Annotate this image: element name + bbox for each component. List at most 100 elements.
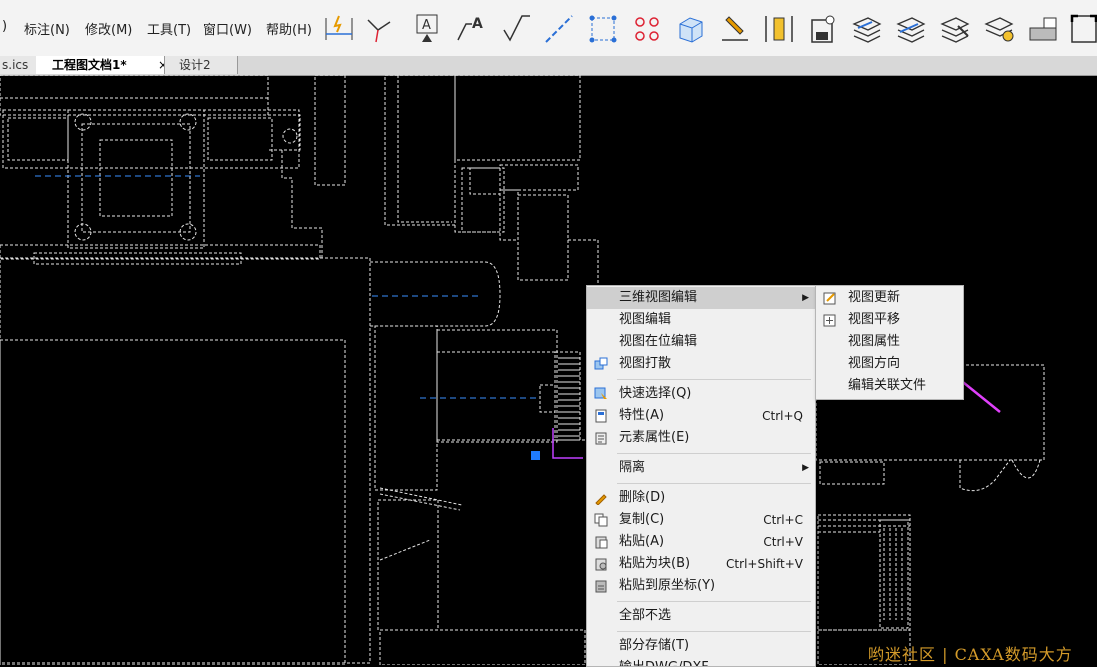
menu-label: 视图更新 (848, 290, 901, 305)
ctx-partial-save[interactable]: 部分存储(T) (587, 635, 815, 657)
menu-modify[interactable]: 修改(M) (85, 19, 132, 38)
menu-tools[interactable]: 工具(T) (147, 19, 191, 38)
menu-label: 部分存储(T) (619, 638, 690, 653)
menu-label: 视图打散 (619, 356, 672, 371)
pencil-line-icon[interactable] (718, 12, 752, 46)
ctx-view-inplace-edit[interactable]: 视图在位编辑 (587, 331, 815, 353)
tab-label: 工程图文档1* (52, 58, 127, 72)
watermark: 哟迷社区 | CAXA数码大方 (868, 645, 1073, 664)
submenu-3d-view-edit: 视图更新 视图平移 视图属性 视图方向 编辑关联文件 (815, 285, 964, 400)
tab-label: 设计2 (179, 58, 211, 72)
paste-origin-icon (595, 580, 607, 593)
submenu-arrow-icon: ▶ (802, 463, 809, 473)
element-props-icon (595, 432, 607, 445)
sub-view-direction[interactable]: 视图方向 (816, 353, 963, 375)
ctx-quick-select[interactable]: 快速选择(Q) (587, 383, 815, 405)
text-label-icon[interactable]: A (410, 12, 444, 46)
ctx-delete[interactable]: 删除(D) (587, 487, 815, 509)
menu-help[interactable]: 帮助(H) (266, 19, 312, 38)
menu-divider (617, 379, 811, 380)
tab-design-2[interactable]: 设计2 (164, 56, 238, 74)
leader-text-icon[interactable]: A (454, 12, 488, 46)
menu-divider (617, 601, 811, 602)
menu-label: 视图编辑 (619, 312, 672, 327)
view-update-icon (823, 292, 836, 305)
layers-pencil-icon[interactable] (938, 12, 972, 46)
menu-label: 删除(D) (619, 490, 666, 505)
menu-label: 隔离 (619, 460, 646, 475)
view-pan-icon (823, 314, 836, 327)
sub-view-properties[interactable]: 视图属性 (816, 331, 963, 353)
centerline-icon[interactable] (542, 12, 576, 46)
menu-label: 视图在位编辑 (619, 334, 698, 349)
ctx-paste-origin[interactable]: 粘贴到原坐标(Y) (587, 575, 815, 597)
ctx-export-dwg[interactable]: 输出DWG/DXF (587, 657, 815, 666)
menu-label: 复制(C) (619, 512, 665, 527)
ctx-view-explode[interactable]: 视图打散 (587, 353, 815, 375)
ctx-deselect-all[interactable]: 全部不选 (587, 605, 815, 627)
svg-text:A: A (422, 18, 431, 33)
ctx-3d-view-edit[interactable]: 三维视图编辑 ▶ (587, 287, 815, 309)
layers-edit-icon[interactable] (894, 12, 928, 46)
tab-drawing-1[interactable]: 工程图文档1* × (36, 56, 176, 74)
shortcut-label: Ctrl+Shift+V (726, 557, 803, 571)
submenu-arrow-icon: ▶ (802, 293, 809, 303)
hatch-area (558, 357, 580, 437)
menu-divider (617, 631, 811, 632)
paste-icon (595, 536, 608, 549)
fullscreen-icon[interactable] (1068, 12, 1097, 46)
menu-label: 元素属性(E) (619, 430, 690, 445)
ctx-paste[interactable]: 粘贴(A) Ctrl+V (587, 531, 815, 553)
menu-label: 粘贴到原坐标(Y) (619, 578, 716, 593)
paste-block-icon (595, 558, 607, 571)
menu-label: 输出DWG/DXF (619, 657, 709, 666)
roughness-icon[interactable] (498, 12, 532, 46)
menu-label: 视图方向 (848, 356, 901, 371)
break-line-icon[interactable] (364, 12, 398, 46)
menu-label: 全部不选 (619, 608, 672, 623)
menu-label: 编辑关联文件 (848, 378, 927, 393)
menu-partial[interactable]: ) (2, 19, 7, 34)
menu-label: 快速选择(Q) (619, 386, 692, 401)
quick-select-icon (594, 387, 607, 399)
sub-edit-linked-file[interactable]: 编辑关联文件 (816, 375, 963, 397)
delete-icon (595, 494, 607, 505)
menu-label: 粘贴(A) (619, 534, 665, 549)
copy-icon (594, 513, 608, 527)
ctx-view-edit[interactable]: 视图编辑 (587, 309, 815, 331)
menu-divider (617, 453, 811, 454)
document-tab-bar: s.ics 工程图文档1* × 设计2 (0, 56, 1097, 76)
tab-ics[interactable]: s.ics (0, 56, 36, 74)
menu-annotate[interactable]: 标注(N) (24, 19, 70, 38)
array-points-icon[interactable] (630, 12, 664, 46)
ctx-properties[interactable]: 特性(A) Ctrl+Q (587, 405, 815, 427)
ruler-icon[interactable] (762, 12, 796, 46)
save-disk-icon[interactable] (806, 12, 840, 46)
explode-icon (594, 357, 608, 370)
shortcut-label: Ctrl+C (763, 513, 803, 527)
ctx-element-props[interactable]: 元素属性(E) (587, 427, 815, 449)
3d-box-icon[interactable] (674, 12, 708, 46)
menu-label: 视图平移 (848, 312, 901, 327)
shortcut-label: Ctrl+Q (762, 409, 803, 423)
menu-label: 粘贴为块(B) (619, 556, 691, 571)
menu-label: 视图属性 (848, 334, 901, 349)
context-menu: 三维视图编辑 ▶ 视图编辑 视图在位编辑 视图打散 快速选择(Q) 特性(A) … (586, 285, 816, 667)
svg-text:A: A (472, 16, 483, 32)
dimension-icon[interactable] (322, 12, 356, 46)
select-box-icon[interactable] (586, 12, 620, 46)
layers-light-icon[interactable] (982, 12, 1016, 46)
ctx-copy[interactable]: 复制(C) Ctrl+C (587, 509, 815, 531)
toggle-icon[interactable] (1026, 12, 1060, 46)
tab-label: s.ics (2, 58, 29, 72)
shortcut-label: Ctrl+V (763, 535, 803, 549)
properties-icon (595, 409, 607, 423)
layers-icon[interactable] (850, 12, 884, 46)
sub-view-pan[interactable]: 视图平移 (816, 309, 963, 331)
menu-divider (617, 483, 811, 484)
menu-window[interactable]: 窗口(W) (203, 19, 252, 38)
ctx-isolate[interactable]: 隔离 ▶ (587, 457, 815, 479)
sub-view-update[interactable]: 视图更新 (816, 287, 963, 309)
menu-bar: ) 标注(N) 修改(M) 工具(T) 窗口(W) 帮助(H) A A (0, 0, 1097, 56)
ctx-paste-block[interactable]: 粘贴为块(B) Ctrl+Shift+V (587, 553, 815, 575)
